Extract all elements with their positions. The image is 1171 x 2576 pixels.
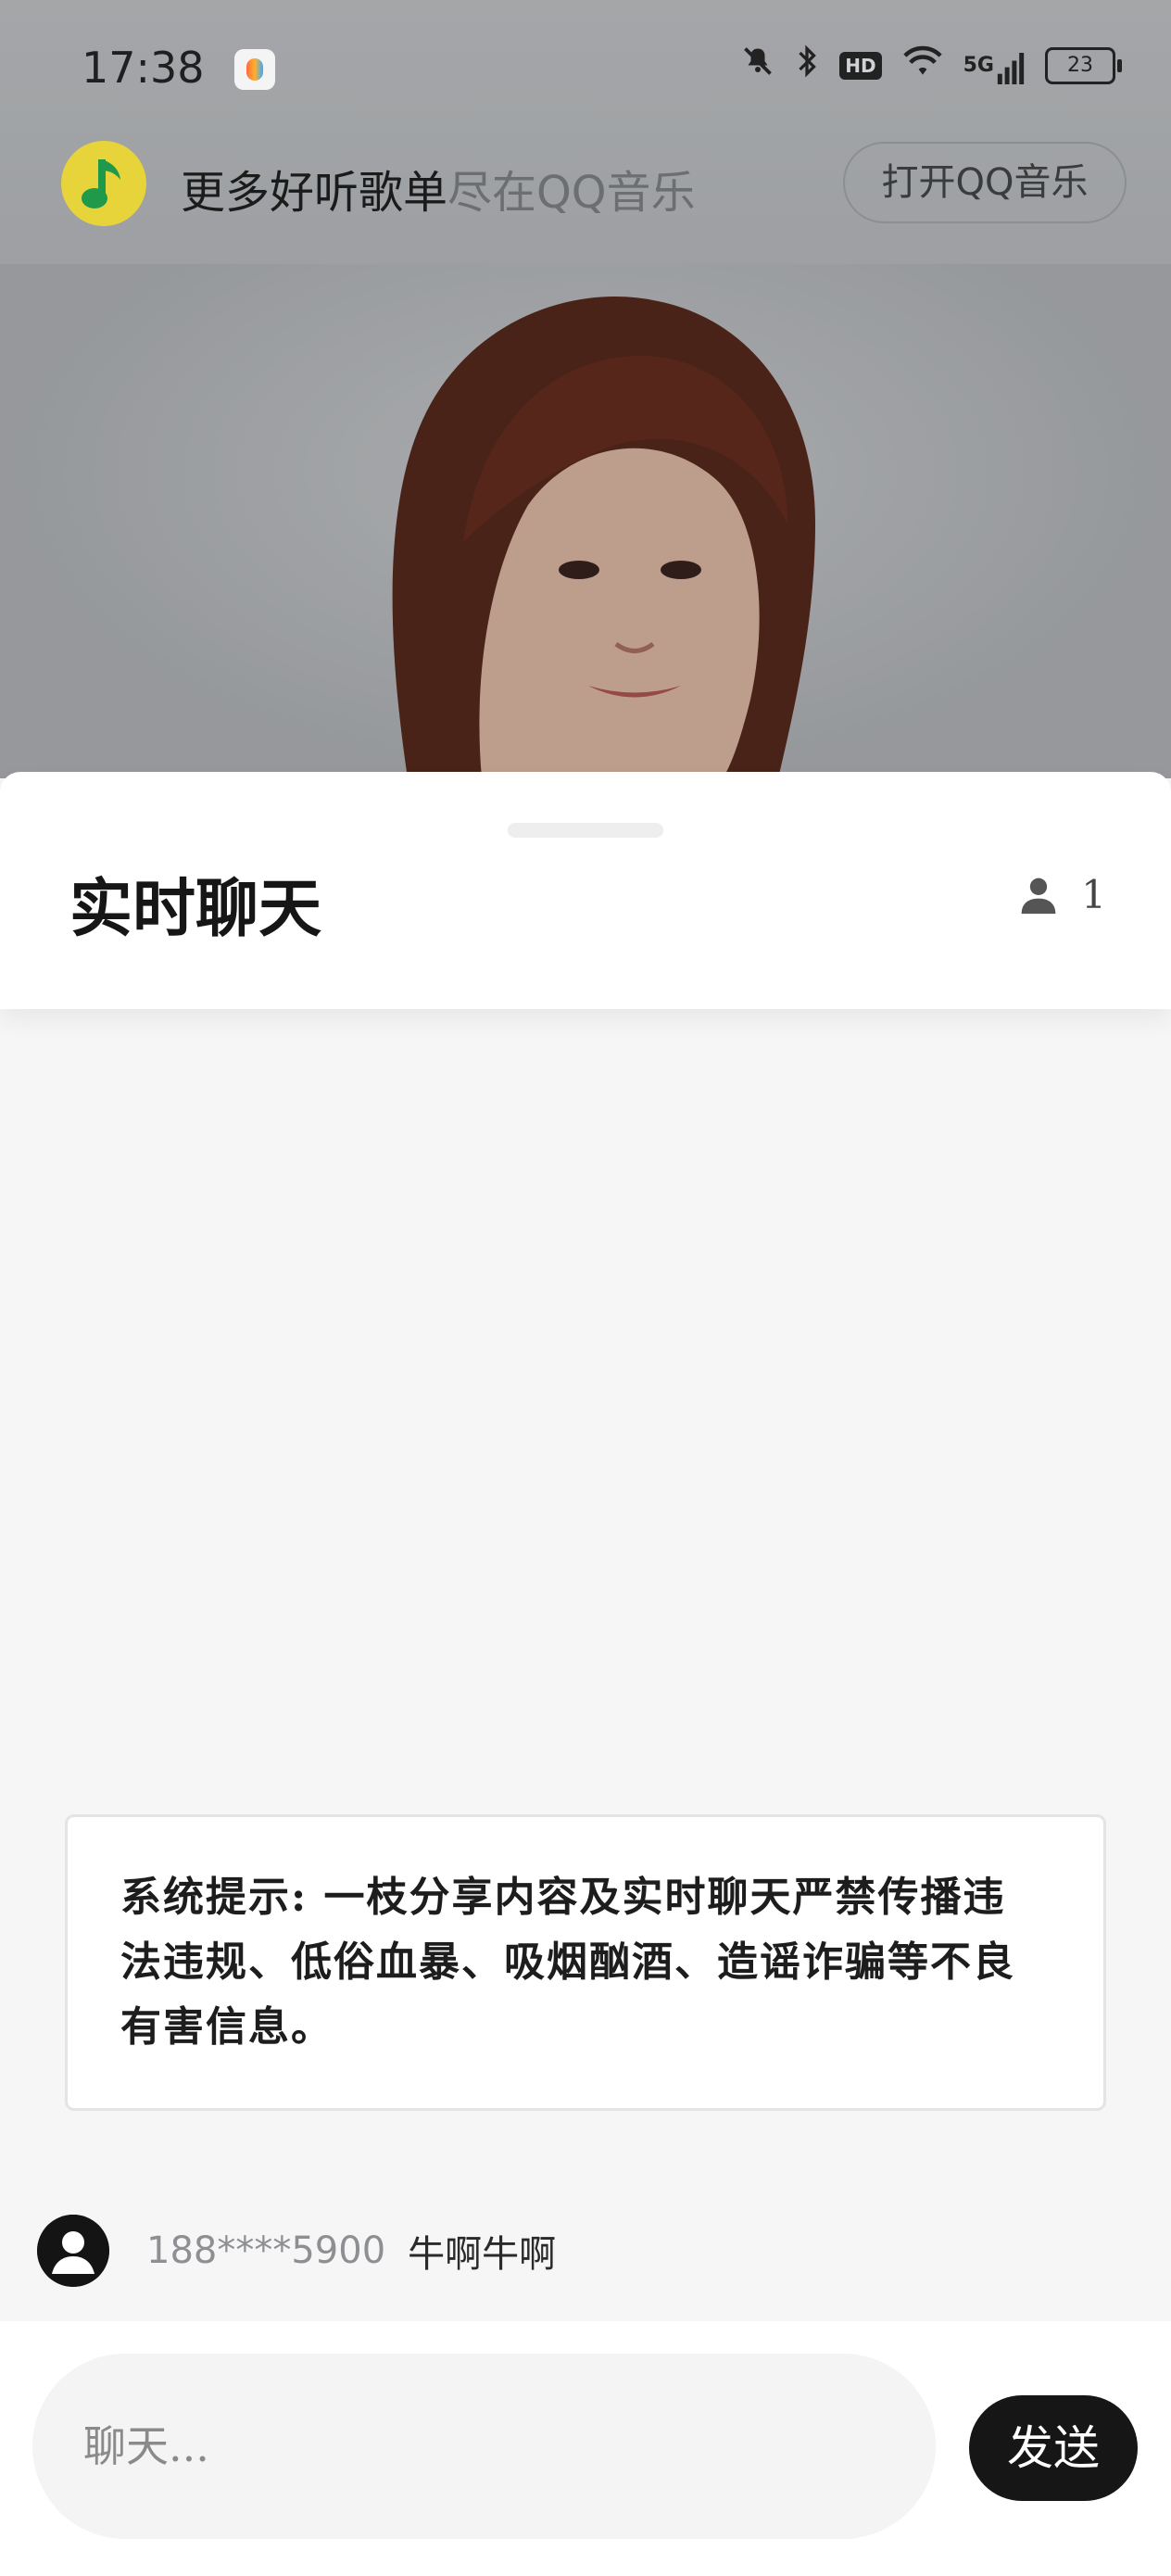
- status-time: 17:38: [82, 43, 205, 93]
- signal-icon: 5G: [963, 47, 1025, 84]
- default-user-icon: [37, 2215, 109, 2287]
- status-icons: HD 5G 23: [741, 44, 1122, 86]
- promo-title: 更多好听歌单: [181, 167, 448, 219]
- promo-subtitle: 尽在QQ音乐: [447, 167, 696, 219]
- app-notification-icon: [234, 49, 275, 90]
- chat-input[interactable]: [32, 2354, 936, 2539]
- hd-voice-icon: HD: [839, 51, 882, 80]
- chat-message: 188****5900 牛啊牛啊: [37, 2215, 556, 2287]
- wifi-icon: [902, 44, 943, 86]
- message-username: 188****5900: [146, 2229, 386, 2272]
- open-qq-music-button[interactable]: 打开QQ音乐: [843, 142, 1127, 223]
- system-notice: 系统提示: 一枝分享内容及实时聊天严禁传播违法违规、低俗血暴、吸烟酗酒、造谣诈骗…: [65, 1814, 1106, 2111]
- chat-sheet-header: 实时聊天 1: [0, 772, 1171, 1009]
- send-button[interactable]: 发送: [969, 2395, 1138, 2501]
- online-users: 1: [1018, 872, 1106, 917]
- chat-input-bar: 发送: [0, 2321, 1171, 2576]
- bluetooth-icon: [795, 44, 819, 86]
- mute-bell-icon: [741, 44, 774, 86]
- qq-music-logo-icon: [61, 141, 146, 226]
- promo-text: 更多好听歌单尽在QQ音乐: [181, 156, 696, 221]
- message-text: 牛啊牛啊: [408, 2233, 557, 2276]
- drag-handle[interactable]: [508, 823, 663, 838]
- status-bar: 17:38 HD 5G 23: [0, 0, 1171, 139]
- avatar[interactable]: [37, 2215, 109, 2287]
- online-count: 1: [1081, 872, 1106, 917]
- chat-title: 实时聊天: [69, 872, 322, 946]
- person-icon: [1021, 878, 1056, 914]
- battery-indicator: 23: [1045, 46, 1122, 84]
- network-type: 5G: [963, 53, 994, 77]
